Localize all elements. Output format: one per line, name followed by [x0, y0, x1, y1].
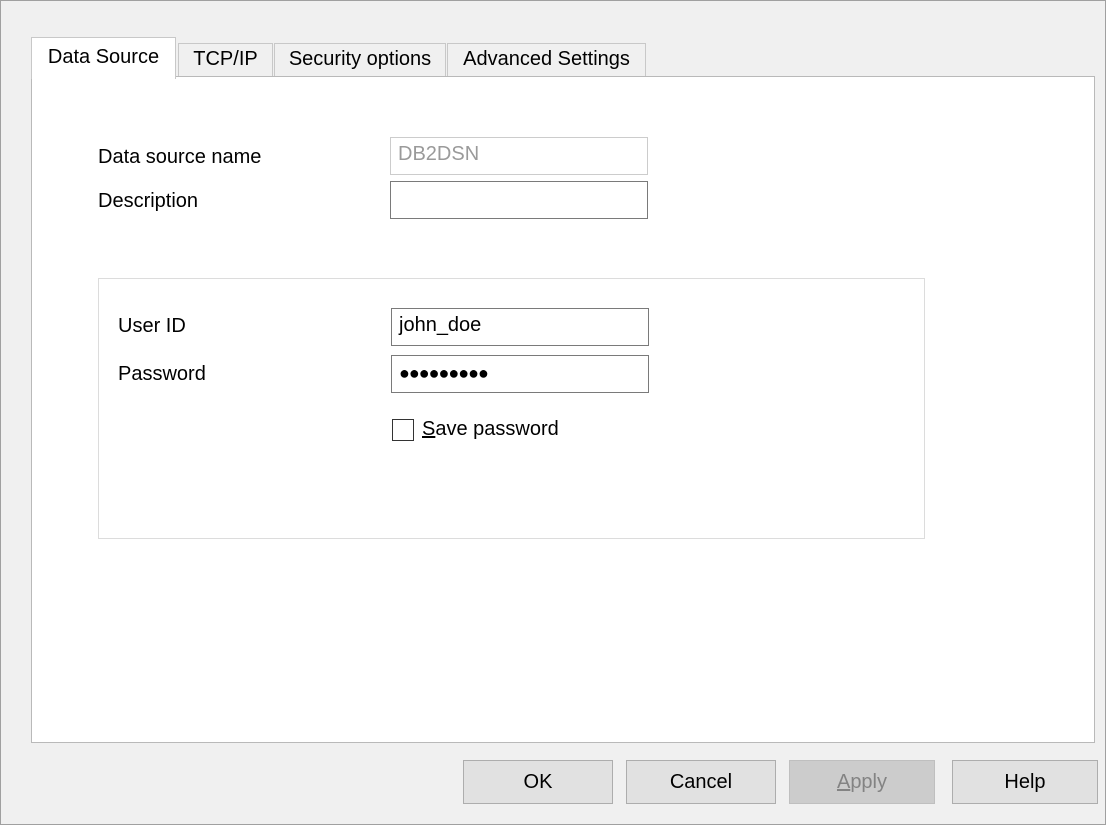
tab-security-options[interactable]: Security options	[274, 43, 446, 77]
ok-button[interactable]: OK	[463, 760, 613, 804]
tab-tcp-ip[interactable]: TCP/IP	[178, 43, 273, 77]
tab-tcp-ip-label: TCP/IP	[193, 48, 258, 70]
odbc-dialog: Data Source TCP/IP Security options Adva…	[0, 0, 1106, 825]
user-id-label: User ID	[118, 315, 186, 337]
password-label: Password	[118, 363, 206, 385]
data-source-name-field[interactable]: DB2DSN	[390, 137, 648, 175]
tab-data-source[interactable]: Data Source	[31, 37, 176, 79]
save-password-checkbox[interactable]	[392, 419, 414, 441]
cancel-button[interactable]: Cancel	[626, 760, 776, 804]
apply-button[interactable]: Apply	[789, 760, 935, 804]
help-button[interactable]: Help	[952, 760, 1098, 804]
tab-data-source-label: Data Source	[47, 46, 160, 68]
data-source-tab-page: Data source name DB2DSN Description User…	[31, 76, 1095, 743]
save-password-mnemonic: S	[422, 418, 436, 440]
description-label: Description	[98, 190, 199, 212]
description-field[interactable]	[390, 181, 648, 219]
apply-label-text: pply	[850, 771, 888, 793]
user-id-field[interactable]: john_doe	[391, 308, 649, 346]
save-password-label[interactable]: Save password	[422, 418, 559, 441]
credentials-group: User ID john_doe Password ●●●●●●●●● Save…	[98, 278, 925, 539]
save-password-label-text: ave password	[435, 418, 559, 440]
apply-mnemonic: A	[836, 771, 851, 793]
tab-advanced-settings[interactable]: Advanced Settings	[447, 43, 646, 77]
tab-security-options-label: Security options	[288, 48, 432, 70]
password-field[interactable]: ●●●●●●●●●	[391, 355, 649, 393]
tab-advanced-settings-label: Advanced Settings	[463, 48, 630, 70]
data-source-name-label: Data source name	[98, 146, 262, 168]
